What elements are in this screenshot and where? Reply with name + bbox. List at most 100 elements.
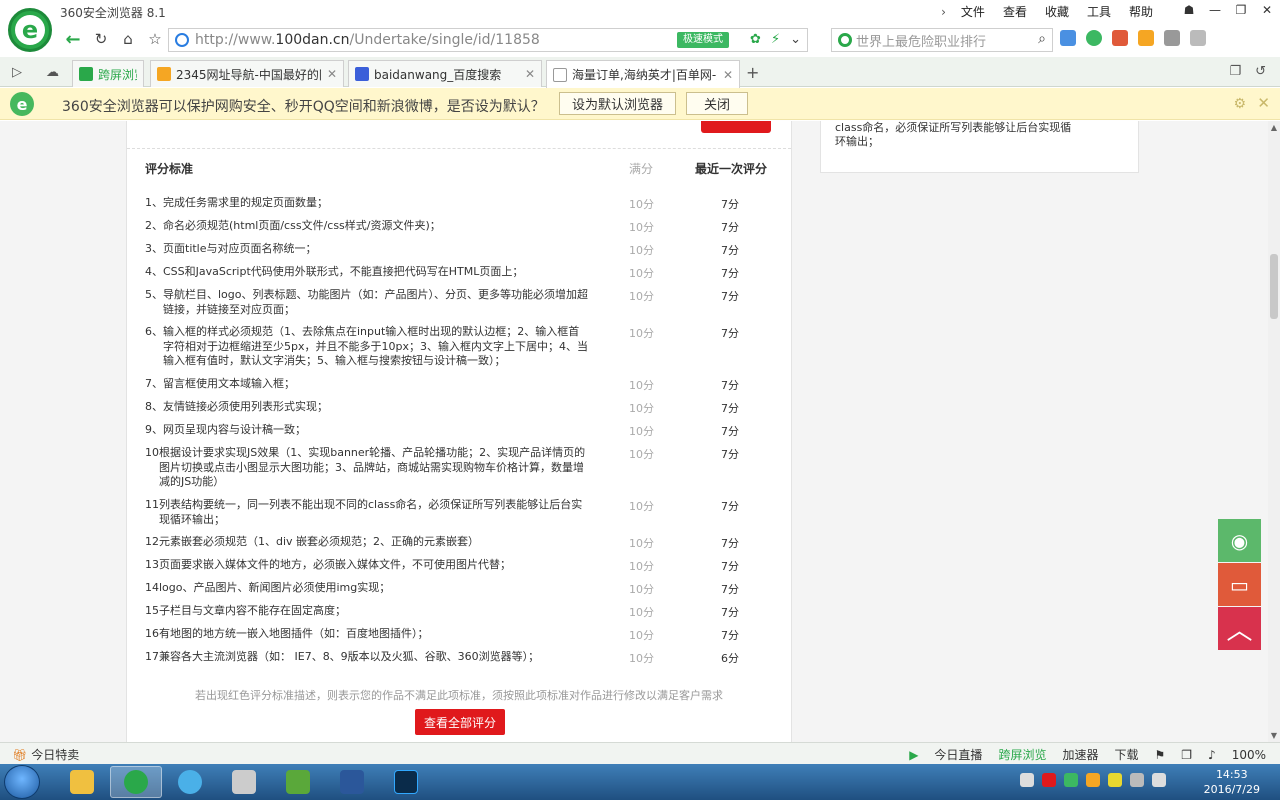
tab-100dan[interactable]: 海量订单,海纳英才|百单网-先建 ✕ bbox=[546, 60, 740, 88]
tray-360-icon[interactable] bbox=[1064, 773, 1078, 787]
tab-close-icon[interactable]: ✕ bbox=[525, 67, 535, 81]
menu-file[interactable]: 文件 bbox=[952, 3, 994, 21]
minimize-button[interactable]: — bbox=[1202, 0, 1228, 20]
undo-close-icon[interactable]: ↺ bbox=[1255, 64, 1266, 79]
url-text[interactable]: http://www.100dan.cn/Undertake/single/id… bbox=[195, 32, 540, 48]
tray-app-icon[interactable] bbox=[1042, 773, 1056, 787]
search-icon[interactable]: ⌕ bbox=[1038, 31, 1046, 47]
download-link[interactable]: 下载 bbox=[1114, 746, 1138, 763]
criteria-row: 2、 命名必须规范(html页面/css文件/css样式/资源文件夹)； bbox=[145, 219, 590, 234]
maximize-button[interactable]: ❐ bbox=[1228, 0, 1254, 20]
network-icon[interactable] bbox=[1130, 773, 1144, 787]
zoom-level[interactable]: 100% bbox=[1232, 748, 1266, 762]
flag-icon[interactable]: ⚑ bbox=[1154, 748, 1165, 762]
taskbar-photoshop[interactable] bbox=[380, 766, 432, 798]
translate-icon[interactable] bbox=[1112, 30, 1128, 46]
today-deals-link[interactable]: 今日特卖 bbox=[31, 746, 79, 763]
tray-app-icon[interactable] bbox=[1086, 773, 1100, 787]
menu-favorites[interactable]: 收藏 bbox=[1036, 3, 1078, 21]
tab-close-icon[interactable]: ✕ bbox=[723, 68, 733, 82]
apps-icon[interactable] bbox=[1060, 30, 1076, 46]
accelerator-link[interactable]: 加速器 bbox=[1062, 746, 1098, 763]
security-icon[interactable]: ✿ bbox=[750, 32, 761, 47]
score-card: 评分标准 满分 最近一次评分 1、 完成任务需求里的规定页面数量； 10分 7分 2、命… bbox=[126, 121, 792, 742]
refresh-icon[interactable]: ↻ bbox=[90, 28, 112, 50]
criteria-row: 4、 CSS和JavaScript代码使用外联形式，不能直接把代码写在HTML页面… bbox=[145, 265, 590, 280]
criteria-text: 留言框使用文本域输入框； bbox=[163, 377, 295, 390]
tab-close-icon[interactable]: ✕ bbox=[327, 67, 337, 81]
taskbar-app3[interactable] bbox=[164, 766, 216, 798]
search-box[interactable]: 世界上最危险职业排行 ⌕ bbox=[831, 28, 1053, 52]
chevron-right-icon[interactable]: › bbox=[935, 3, 952, 21]
message-icon[interactable]: ▭ bbox=[1218, 563, 1261, 606]
dropdown-chevron-icon[interactable]: ⌄ bbox=[790, 32, 801, 47]
gear-icon[interactable]: ⚙ bbox=[1233, 96, 1246, 112]
taskbar-360browser[interactable] bbox=[110, 766, 162, 798]
criteria-max-score: 10分 bbox=[629, 537, 654, 550]
cloud-icon[interactable]: ☁ bbox=[46, 65, 59, 80]
criteria-max-score: 10分 bbox=[629, 379, 654, 392]
keyboard-icon[interactable] bbox=[1020, 773, 1034, 787]
search-input[interactable]: 世界上最危险职业排行 bbox=[856, 31, 986, 50]
page-scrollbar[interactable]: ▲ ▼ bbox=[1268, 121, 1280, 742]
taskbar-explorer[interactable] bbox=[56, 766, 108, 798]
criteria-max-score: 10分 bbox=[629, 500, 654, 513]
menu-help[interactable]: 帮助 bbox=[1120, 3, 1162, 21]
criteria-text: 导航栏目、logo、列表标题、功能图片（如：产品图片）、分页、更多等功能必须增加… bbox=[163, 288, 588, 316]
start-button-icon[interactable] bbox=[4, 765, 40, 799]
today-live-link[interactable]: 今日直播 bbox=[934, 746, 982, 763]
image-icon[interactable] bbox=[1164, 30, 1180, 46]
menu-view[interactable]: 查看 bbox=[994, 3, 1036, 21]
tray-app-icon[interactable] bbox=[1108, 773, 1122, 787]
criteria-max-score: 10分 bbox=[629, 267, 654, 280]
status-bar: 🎁︎ 今日特卖 ▶ 今日直播 跨屏浏览 加速器 下载 ⚑ ❐ ♪ 100% bbox=[0, 742, 1280, 764]
home-icon[interactable]: ⌂ bbox=[117, 28, 139, 50]
criteria-number: 2、 bbox=[145, 219, 163, 232]
close-window-button[interactable]: ✕ bbox=[1254, 0, 1280, 20]
taskbar-app5[interactable] bbox=[272, 766, 324, 798]
criteria-number: 9、 bbox=[145, 423, 163, 436]
status-left[interactable]: 🎁︎ 今日特卖 bbox=[12, 746, 79, 763]
grid-icon[interactable] bbox=[1190, 30, 1206, 46]
notify-text: 360安全浏览器可以保护网购安全、秒开QQ空间和新浪微博，是否设为默认？ bbox=[62, 99, 545, 115]
scroll-thumb[interactable] bbox=[1270, 254, 1278, 319]
browser-logo-icon[interactable]: e bbox=[8, 8, 52, 52]
criteria-max-score: 10分 bbox=[629, 652, 654, 665]
qq-chat-icon[interactable]: ◉ bbox=[1218, 519, 1261, 562]
skin-icon[interactable]: ☗ bbox=[1176, 0, 1202, 20]
cross-screen-link[interactable]: 跨屏浏览 bbox=[998, 746, 1046, 763]
sidebar-toggle-icon[interactable]: ▷ bbox=[12, 65, 22, 80]
scroll-down-icon[interactable]: ▼ bbox=[1268, 731, 1280, 740]
criteria-text: 元素嵌套必须规范（1、div 嵌套必须规范；2、正确的元素嵌套） bbox=[159, 535, 480, 548]
set-default-button[interactable]: 设为默认浏览器 bbox=[559, 92, 676, 115]
clock[interactable]: 14:53 2016/7/29 bbox=[1204, 767, 1260, 797]
close-icon[interactable]: ✕ bbox=[1257, 94, 1270, 112]
tab-cross-screen[interactable]: 跨屏浏览 bbox=[72, 60, 144, 87]
system-tray bbox=[1020, 773, 1166, 787]
volume-icon[interactable] bbox=[1152, 773, 1166, 787]
tab-favicon-icon bbox=[553, 67, 567, 82]
menu-tools[interactable]: 工具 bbox=[1078, 3, 1120, 21]
address-bar[interactable]: http://www.100dan.cn/Undertake/single/id… bbox=[168, 28, 808, 52]
notify-close-button[interactable]: 关闭 bbox=[686, 92, 748, 115]
criteria-last-score: 7分 bbox=[721, 244, 739, 257]
search-engine-icon[interactable] bbox=[838, 33, 852, 47]
new-tab-icon[interactable]: + bbox=[746, 63, 759, 82]
sound-icon[interactable]: ♪ bbox=[1208, 748, 1216, 762]
tools-icon[interactable] bbox=[1138, 30, 1154, 46]
submit-button[interactable] bbox=[701, 121, 771, 133]
back-arrow-icon[interactable]: ← bbox=[62, 28, 84, 50]
taskbar-word[interactable] bbox=[326, 766, 378, 798]
tab-baidu[interactable]: baidanwang_百度搜索 ✕ bbox=[348, 60, 542, 87]
view-all-button[interactable]: 查看全部评分 bbox=[415, 709, 505, 735]
fast-mode-badge[interactable]: 极速模式 bbox=[677, 32, 729, 48]
window-icon[interactable]: ❐ bbox=[1181, 748, 1192, 762]
shield-icon[interactable] bbox=[1086, 30, 1102, 46]
lightning-icon[interactable]: ⚡ bbox=[771, 32, 780, 47]
tab-2345[interactable]: 2345网址导航-中国最好的网址 ✕ bbox=[150, 60, 344, 87]
back-to-top-icon[interactable]: ︿ bbox=[1218, 607, 1261, 650]
star-icon[interactable]: ☆ bbox=[144, 28, 166, 50]
taskbar-app4[interactable] bbox=[218, 766, 270, 798]
restore-tabs-icon[interactable]: ❐ bbox=[1229, 64, 1241, 79]
scroll-up-icon[interactable]: ▲ bbox=[1268, 123, 1280, 132]
